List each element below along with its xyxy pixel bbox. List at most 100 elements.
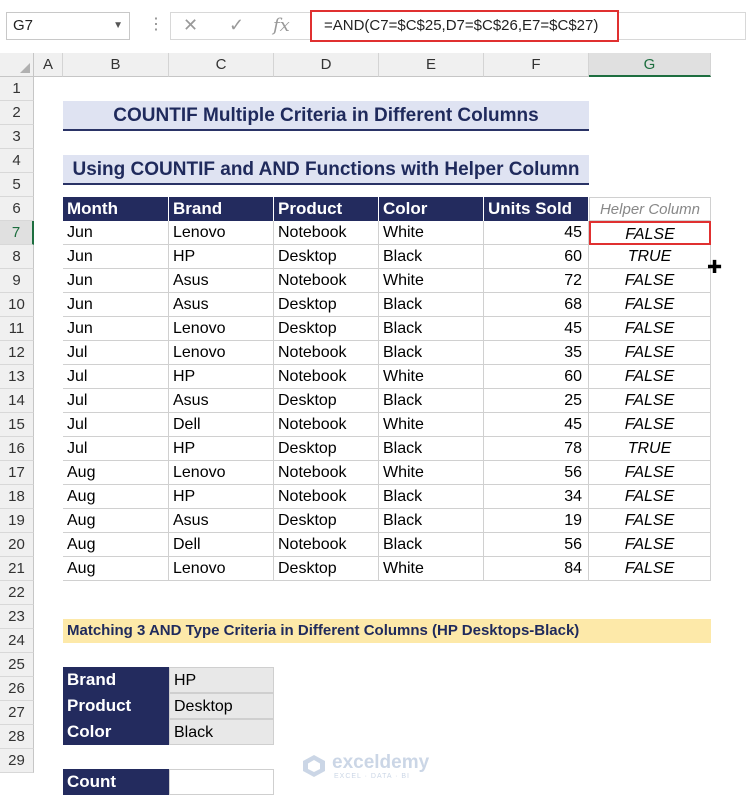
table-cell[interactable]: Asus bbox=[169, 509, 274, 533]
table-cell[interactable]: Jul bbox=[63, 341, 169, 365]
table-cell[interactable]: HP bbox=[169, 437, 274, 461]
table-cell[interactable]: Desktop bbox=[274, 245, 379, 269]
row-header-14[interactable]: 14 bbox=[0, 389, 34, 413]
row-header-6[interactable]: 6 bbox=[0, 197, 34, 221]
helper-cell[interactable]: FALSE bbox=[589, 413, 711, 437]
criteria-value[interactable]: Desktop bbox=[169, 693, 274, 719]
table-cell[interactable]: Notebook bbox=[274, 341, 379, 365]
table-cell[interactable]: 68 bbox=[484, 293, 589, 317]
helper-column-header[interactable]: Helper Column bbox=[589, 197, 711, 221]
criteria-label[interactable]: Product bbox=[63, 693, 169, 719]
table-cell[interactable]: Asus bbox=[169, 269, 274, 293]
row-header-12[interactable]: 12 bbox=[0, 341, 34, 365]
helper-cell[interactable]: FALSE bbox=[589, 341, 711, 365]
table-cell[interactable]: Jun bbox=[63, 293, 169, 317]
table-cell[interactable]: 56 bbox=[484, 461, 589, 485]
row-header-20[interactable]: 20 bbox=[0, 533, 34, 557]
criteria-value[interactable]: Black bbox=[169, 719, 274, 745]
table-cell[interactable]: White bbox=[379, 221, 484, 245]
helper-cell[interactable]: FALSE bbox=[589, 221, 711, 245]
table-cell[interactable]: 60 bbox=[484, 365, 589, 389]
row-header-24[interactable]: 24 bbox=[0, 629, 34, 653]
table-cell[interactable]: 72 bbox=[484, 269, 589, 293]
row-header-10[interactable]: 10 bbox=[0, 293, 34, 317]
row-header-16[interactable]: 16 bbox=[0, 437, 34, 461]
row-header-29[interactable]: 29 bbox=[0, 749, 34, 773]
table-cell[interactable]: Notebook bbox=[274, 269, 379, 293]
table-cell[interactable]: 45 bbox=[484, 413, 589, 437]
helper-cell[interactable]: FALSE bbox=[589, 461, 711, 485]
count-label[interactable]: Count bbox=[63, 769, 169, 795]
table-cell[interactable]: Jul bbox=[63, 389, 169, 413]
row-header-15[interactable]: 15 bbox=[0, 413, 34, 437]
table-cell[interactable]: Black bbox=[379, 293, 484, 317]
row-header-23[interactable]: 23 bbox=[0, 605, 34, 629]
table-cell[interactable]: Black bbox=[379, 437, 484, 461]
table-cell[interactable]: Lenovo bbox=[169, 557, 274, 581]
helper-cell[interactable]: TRUE bbox=[589, 245, 711, 269]
criteria-label[interactable]: Color bbox=[63, 719, 169, 745]
column-header-d[interactable]: D bbox=[274, 53, 379, 77]
table-cell[interactable]: HP bbox=[169, 245, 274, 269]
table-cell[interactable]: Notebook bbox=[274, 461, 379, 485]
helper-cell[interactable]: FALSE bbox=[589, 389, 711, 413]
row-header-28[interactable]: 28 bbox=[0, 725, 34, 749]
table-cell[interactable]: Jun bbox=[63, 317, 169, 341]
table-cell[interactable]: Jun bbox=[63, 269, 169, 293]
row-header-11[interactable]: 11 bbox=[0, 317, 34, 341]
row-header-4[interactable]: 4 bbox=[0, 149, 34, 173]
table-cell[interactable]: Desktop bbox=[274, 389, 379, 413]
table-cell[interactable]: Black bbox=[379, 341, 484, 365]
table-cell[interactable]: Notebook bbox=[274, 485, 379, 509]
table-cell[interactable]: Jul bbox=[63, 437, 169, 461]
table-cell[interactable]: Lenovo bbox=[169, 341, 274, 365]
table-header[interactable]: Color bbox=[379, 197, 484, 221]
table-cell[interactable]: Black bbox=[379, 317, 484, 341]
column-header-c[interactable]: C bbox=[169, 53, 274, 77]
table-cell[interactable]: Aug bbox=[63, 461, 169, 485]
row-header-17[interactable]: 17 bbox=[0, 461, 34, 485]
chevron-down-icon[interactable]: ▼ bbox=[113, 13, 123, 39]
function-icon[interactable]: fx bbox=[273, 15, 290, 36]
table-cell[interactable]: Asus bbox=[169, 389, 274, 413]
select-all-button[interactable] bbox=[0, 53, 34, 77]
table-cell[interactable]: 45 bbox=[484, 317, 589, 341]
column-header-e[interactable]: E bbox=[379, 53, 484, 77]
row-header-22[interactable]: 22 bbox=[0, 581, 34, 605]
table-cell[interactable]: 35 bbox=[484, 341, 589, 365]
table-header[interactable]: Product bbox=[274, 197, 379, 221]
row-header-9[interactable]: 9 bbox=[0, 269, 34, 293]
table-cell[interactable]: White bbox=[379, 365, 484, 389]
row-header-13[interactable]: 13 bbox=[0, 365, 34, 389]
criteria-label[interactable]: Brand bbox=[63, 667, 169, 693]
table-cell[interactable]: Black bbox=[379, 389, 484, 413]
helper-cell[interactable]: FALSE bbox=[589, 269, 711, 293]
table-cell[interactable]: Notebook bbox=[274, 221, 379, 245]
column-header-g[interactable]: G bbox=[589, 53, 711, 77]
table-cell[interactable]: Desktop bbox=[274, 437, 379, 461]
cancel-icon[interactable]: ✕ bbox=[183, 15, 198, 36]
table-cell[interactable]: Dell bbox=[169, 413, 274, 437]
table-cell[interactable]: Desktop bbox=[274, 509, 379, 533]
table-cell[interactable]: Desktop bbox=[274, 317, 379, 341]
table-cell[interactable]: Lenovo bbox=[169, 317, 274, 341]
criteria-value[interactable]: HP bbox=[169, 667, 274, 693]
table-cell[interactable]: 34 bbox=[484, 485, 589, 509]
helper-cell[interactable]: TRUE bbox=[589, 437, 711, 461]
row-header-21[interactable]: 21 bbox=[0, 557, 34, 581]
table-cell[interactable]: HP bbox=[169, 485, 274, 509]
table-cell[interactable]: Jul bbox=[63, 365, 169, 389]
table-header[interactable]: Brand bbox=[169, 197, 274, 221]
row-header-1[interactable]: 1 bbox=[0, 77, 34, 101]
table-cell[interactable]: Aug bbox=[63, 509, 169, 533]
helper-cell[interactable]: FALSE bbox=[589, 317, 711, 341]
table-cell[interactable]: Notebook bbox=[274, 413, 379, 437]
table-cell[interactable]: White bbox=[379, 557, 484, 581]
table-cell[interactable]: Black bbox=[379, 509, 484, 533]
helper-cell[interactable]: FALSE bbox=[589, 293, 711, 317]
table-cell[interactable]: White bbox=[379, 269, 484, 293]
helper-cell[interactable]: FALSE bbox=[589, 509, 711, 533]
table-cell[interactable]: Jun bbox=[63, 245, 169, 269]
table-header[interactable]: Units Sold bbox=[484, 197, 589, 221]
confirm-icon[interactable]: ✓ bbox=[229, 15, 244, 36]
